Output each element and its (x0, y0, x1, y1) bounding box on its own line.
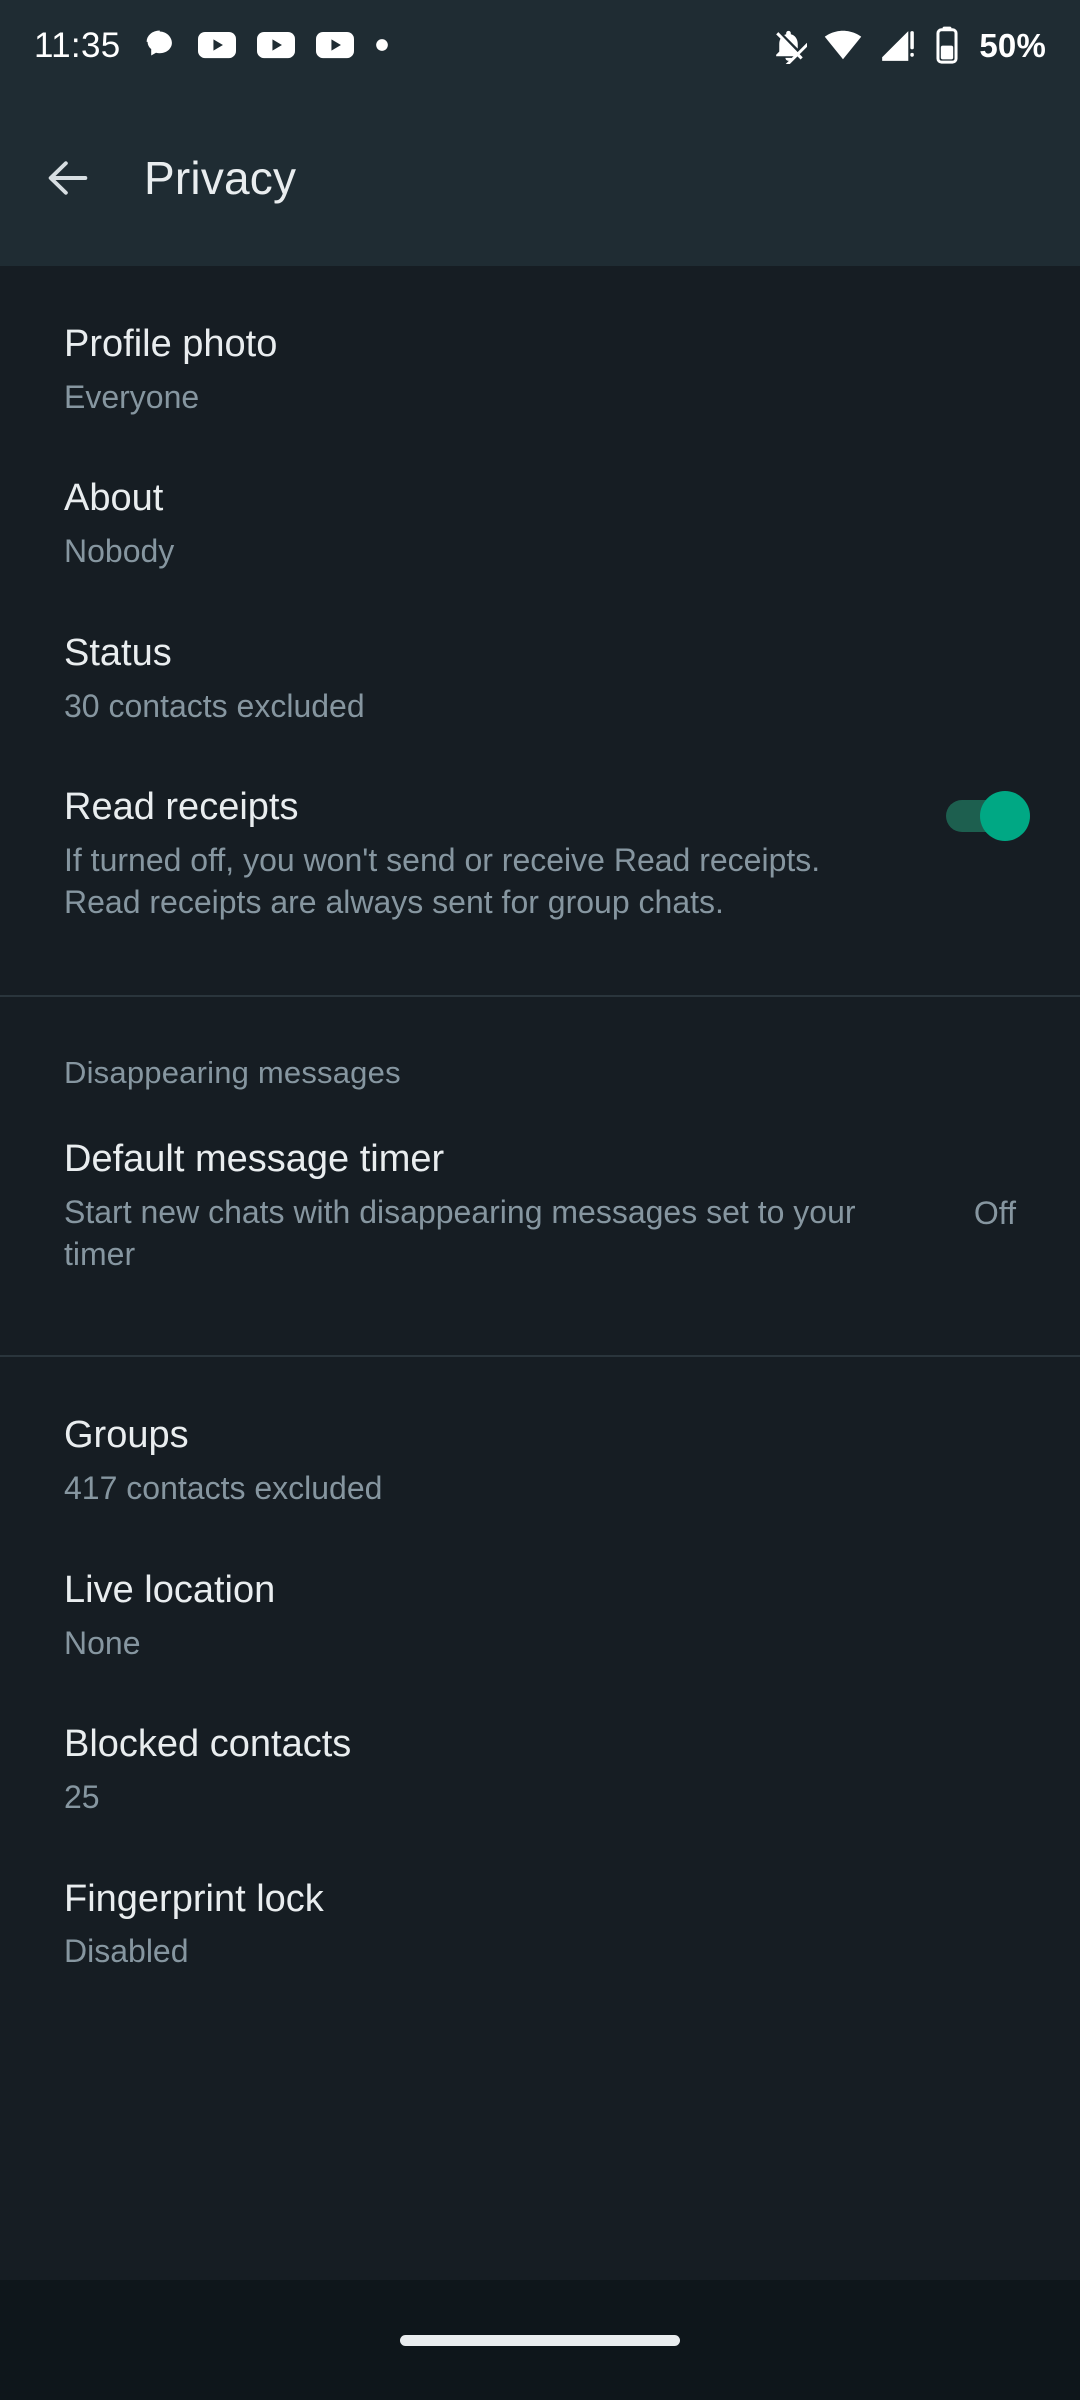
settings-row-profile-photo[interactable]: Profile photo Everyone (0, 266, 1080, 418)
row-title: Default message timer (64, 1138, 445, 1181)
row-subtitle: 417 contacts excluded (64, 1470, 383, 1507)
back-button[interactable] (34, 144, 102, 212)
battery-icon (936, 26, 958, 64)
settings-row-groups[interactable]: Groups 417 contacts excluded (0, 1357, 1080, 1509)
row-text: Blocked contacts 25 (64, 1722, 1016, 1818)
row-title: Profile photo (64, 323, 278, 365)
row-subtitle: Start new chats with disappearing messag… (64, 1194, 856, 1272)
section-other: Groups 417 contacts excluded Live locati… (0, 1357, 1080, 1973)
settings-list: Profile photo Everyone About Nobody Stat… (0, 266, 1080, 2280)
settings-row-blocked-contacts[interactable]: Blocked contacts 25 (0, 1664, 1080, 1818)
settings-row-live-location[interactable]: Live location None (0, 1510, 1080, 1664)
dot-icon (375, 39, 388, 51)
section-visibility: Profile photo Everyone About Nobody Stat… (0, 266, 1080, 995)
row-text: Live location None (64, 1568, 1016, 1664)
row-text: Fingerprint lock Disabled (64, 1877, 1016, 1973)
row-value: Off (973, 1195, 1016, 1232)
section-disappearing-messages: Disappearing messages Default message ti… (0, 997, 1080, 1355)
status-bar: 11:35 50% (0, 0, 1080, 90)
row-subtitle: Disabled (64, 1933, 189, 1970)
row-subtitle: 25 (64, 1778, 100, 1815)
home-gesture-pill[interactable] (400, 2334, 680, 2346)
toggle-thumb (980, 791, 1030, 842)
row-text: Read receipts If turned off, you won't s… (64, 785, 918, 923)
row-title: About (64, 477, 164, 520)
system-navigation-bar (0, 2280, 1080, 2400)
cellular-signal-warning-icon (882, 31, 915, 61)
status-bar-left: 11:35 (34, 27, 389, 63)
row-title: Fingerprint lock (64, 1877, 324, 1920)
row-text: Status 30 contacts excluded (64, 631, 1016, 727)
settings-row-fingerprint-lock[interactable]: Fingerprint lock Disabled (0, 1819, 1080, 1973)
row-title: Blocked contacts (64, 1723, 352, 1766)
read-receipts-toggle[interactable] (946, 791, 1030, 842)
arrow-back-icon (48, 161, 88, 195)
row-subtitle: 30 contacts excluded (64, 687, 365, 724)
app-header: Privacy (0, 90, 1080, 266)
row-title: Status (64, 631, 172, 674)
page-title: Privacy (144, 152, 297, 204)
row-subtitle: None (64, 1624, 141, 1661)
chat-bubble-icon (146, 30, 172, 56)
row-text: Profile photo Everyone (64, 322, 1016, 418)
row-text: Groups 417 contacts excluded (64, 1413, 1016, 1509)
privacy-settings-screen: 11:35 50% Privacy Profile photo Everyone… (0, 0, 1080, 2400)
row-text: About Nobody (64, 476, 1016, 572)
settings-row-status[interactable]: Status 30 contacts excluded (0, 573, 1080, 727)
notification-icons (141, 27, 389, 63)
bell-off-icon (776, 30, 808, 64)
battery-percent-label: 50% (979, 26, 1046, 64)
status-bar-clock: 11:35 (34, 25, 121, 65)
row-title: Read receipts (64, 786, 299, 829)
youtube-icon (256, 31, 295, 59)
youtube-icon (315, 31, 354, 59)
row-subtitle: If turned off, you won't send or receive… (64, 842, 821, 920)
row-subtitle: Everyone (64, 378, 200, 415)
row-title: Live location (64, 1568, 276, 1611)
status-bar-right: 50% (770, 26, 1046, 64)
settings-row-read-receipts[interactable]: Read receipts If turned off, you won't s… (0, 727, 1080, 995)
section-header-label: Disappearing messages (64, 1055, 401, 1091)
wifi-icon (825, 30, 862, 60)
row-title: Groups (64, 1414, 189, 1457)
youtube-icon (197, 31, 236, 59)
settings-row-about[interactable]: About Nobody (0, 418, 1080, 572)
row-subtitle: Nobody (64, 533, 175, 570)
settings-row-default-message-timer[interactable]: Default message timer Start new chats wi… (0, 1091, 1080, 1355)
row-text: Default message timer Start new chats wi… (64, 1137, 950, 1275)
